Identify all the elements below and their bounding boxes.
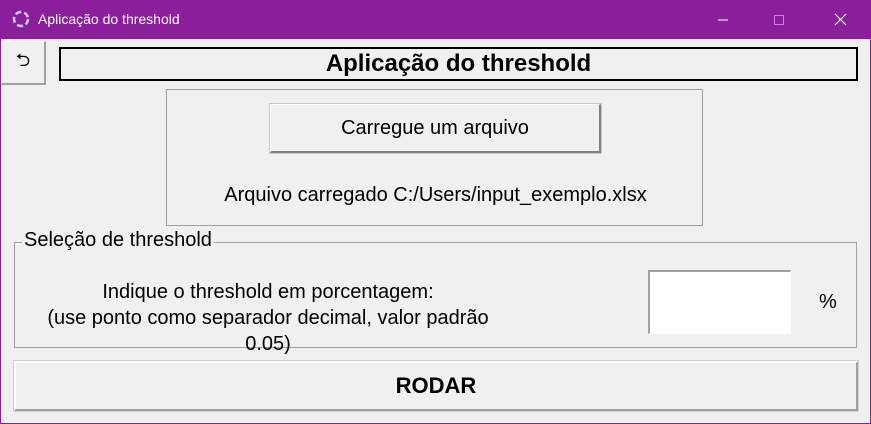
maximize-button[interactable] xyxy=(751,0,807,39)
minimize-button[interactable] xyxy=(695,0,751,39)
window-title: Aplicação do threshold xyxy=(38,11,180,27)
page-title: Aplicação do threshold xyxy=(59,47,858,81)
percent-unit-label: % xyxy=(819,291,837,313)
client-area: ⮌ Aplicação do threshold Carregue um arq… xyxy=(1,39,870,423)
title-bar[interactable]: Aplicação do threshold xyxy=(1,0,870,39)
instruction-line-2: (use ponto como separador decimal, valor… xyxy=(47,307,489,355)
threshold-input[interactable] xyxy=(648,270,791,334)
maximize-icon xyxy=(774,14,784,25)
run-button[interactable]: RODAR xyxy=(14,361,858,411)
threshold-group: Seleção de threshold Indique o threshold… xyxy=(14,229,857,355)
load-file-button[interactable]: Carregue um arquivo xyxy=(270,104,601,153)
back-button[interactable]: ⮌ xyxy=(1,41,46,85)
close-button[interactable] xyxy=(812,0,868,39)
file-section: Carregue um arquivo Arquivo carregado C:… xyxy=(166,89,703,226)
threshold-group-title: Seleção de threshold xyxy=(22,229,214,252)
app-icon xyxy=(12,10,30,28)
back-arrow-icon: ⮌ xyxy=(15,49,31,70)
close-icon xyxy=(834,13,846,26)
loaded-file-label: Arquivo carregado C:/Users/input_exemplo… xyxy=(224,184,647,206)
app-window: Aplicação do threshold ⮌ Aplicação do th… xyxy=(1,0,870,423)
minimize-icon xyxy=(718,19,728,20)
instruction-line-1: Indique o threshold em porcentagem: xyxy=(102,281,434,303)
threshold-instructions: Indique o threshold em porcentagem: (use… xyxy=(23,279,513,357)
